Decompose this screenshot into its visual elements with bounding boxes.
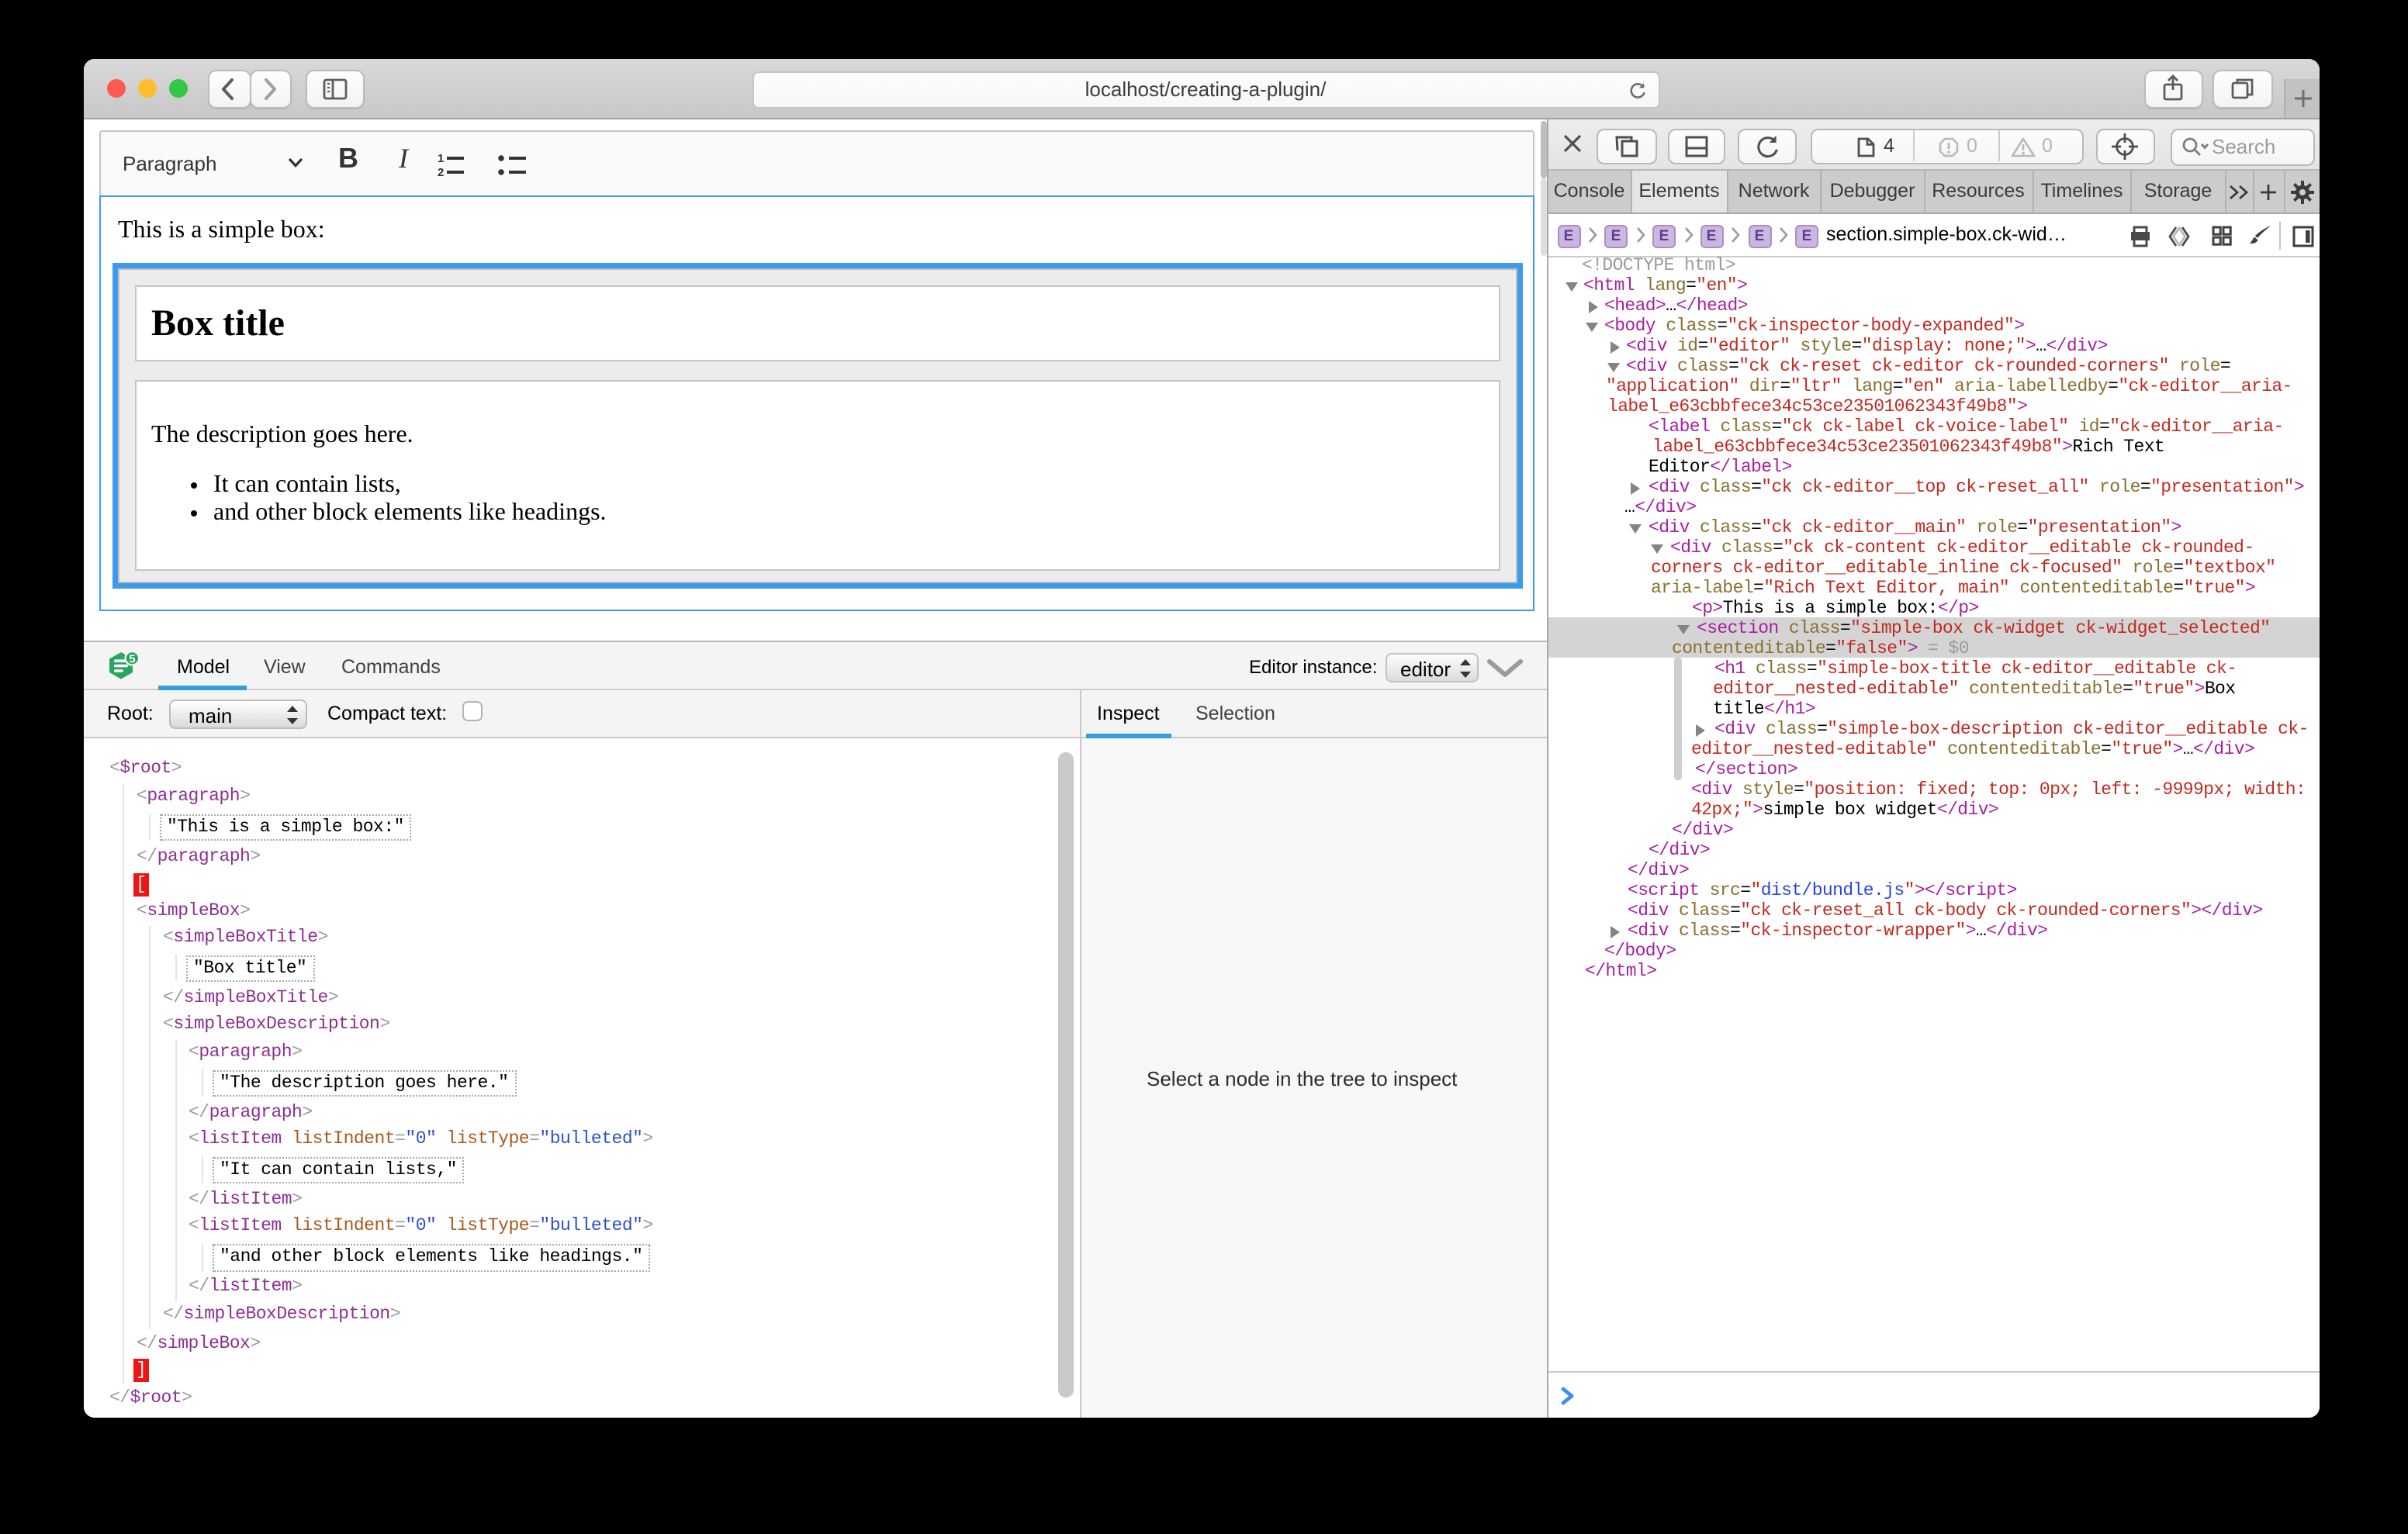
svg-text:5: 5 [129,652,135,665]
svg-text:2: 2 [438,166,444,179]
svg-text:1: 1 [438,152,444,165]
